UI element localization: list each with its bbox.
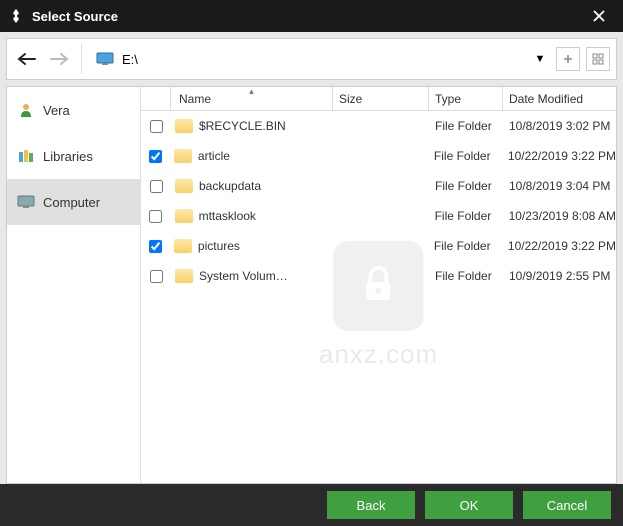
row-checkbox[interactable] xyxy=(149,240,162,253)
sort-asc-icon: ▴ xyxy=(249,87,254,97)
file-date: 10/8/2019 3:04 PM xyxy=(503,179,616,193)
computer-icon xyxy=(17,193,35,211)
folder-icon xyxy=(175,269,193,283)
view-mode-button[interactable] xyxy=(586,47,610,71)
file-date: 10/22/2019 3:22 PM xyxy=(502,149,616,163)
sidebar-item-vera[interactable]: Vera xyxy=(7,87,140,133)
app-icon xyxy=(8,8,24,24)
file-type: File Folder xyxy=(428,239,502,253)
file-row[interactable]: mttasklook File Folder 10/23/2019 8:08 A… xyxy=(141,201,616,231)
column-type[interactable]: Type xyxy=(429,87,503,110)
row-checkbox[interactable] xyxy=(150,270,163,283)
forward-nav-button[interactable] xyxy=(45,45,73,73)
window-title: Select Source xyxy=(32,9,583,24)
file-type: File Folder xyxy=(429,179,503,193)
file-date: 10/8/2019 3:02 PM xyxy=(503,119,616,133)
folder-icon xyxy=(174,239,192,253)
file-date: 10/23/2019 8:08 AM xyxy=(503,209,616,223)
sidebar-item-label: Libraries xyxy=(43,149,93,164)
row-checkbox[interactable] xyxy=(149,210,162,223)
column-size[interactable]: Size xyxy=(333,87,429,110)
column-date[interactable]: Date Modified xyxy=(503,87,616,110)
column-name-label: Name xyxy=(179,92,211,106)
file-date: 10/22/2019 3:22 PM xyxy=(502,239,616,253)
sidebar-item-computer[interactable]: Computer xyxy=(7,179,140,225)
back-nav-button[interactable] xyxy=(13,45,41,73)
sidebar-item-label: Computer xyxy=(43,195,100,210)
toolbar-divider xyxy=(81,44,82,74)
libraries-icon xyxy=(17,147,35,165)
sidebar: Vera Libraries Computer xyxy=(7,87,141,483)
file-row[interactable]: pictures File Folder 10/22/2019 3:22 PM xyxy=(141,231,616,261)
row-checkbox[interactable] xyxy=(149,150,162,163)
path-box[interactable]: E:\ xyxy=(90,44,526,74)
file-name: backupdata xyxy=(199,179,261,193)
body-area: Vera Libraries Computer ▴ Name Size Type… xyxy=(6,86,617,484)
new-folder-button[interactable] xyxy=(556,47,580,71)
file-name: pictures xyxy=(198,239,240,253)
close-button[interactable] xyxy=(583,0,615,32)
file-date: 10/9/2019 2:55 PM xyxy=(503,269,616,283)
file-type: File Folder xyxy=(429,209,503,223)
file-row[interactable]: backupdata File Folder 10/8/2019 3:04 PM xyxy=(141,171,616,201)
folder-icon xyxy=(174,149,192,163)
file-type: File Folder xyxy=(428,149,502,163)
drive-icon xyxy=(96,52,114,66)
file-area: ▴ Name Size Type Date Modified anxz.com … xyxy=(141,87,616,483)
row-checkbox[interactable] xyxy=(150,180,163,193)
user-icon xyxy=(17,101,35,119)
watermark-text: anxz.com xyxy=(319,339,438,370)
file-row[interactable]: $RECYCLE.BIN File Folder 10/8/2019 3:02 … xyxy=(141,111,616,141)
cancel-button[interactable]: Cancel xyxy=(523,491,611,519)
file-row[interactable]: System Volum… File Folder 10/9/2019 2:55… xyxy=(141,261,616,291)
path-text: E:\ xyxy=(122,52,138,67)
folder-icon xyxy=(175,209,193,223)
file-name: mttasklook xyxy=(199,209,256,223)
file-row[interactable]: article File Folder 10/22/2019 3:22 PM xyxy=(141,141,616,171)
ok-button[interactable]: OK xyxy=(425,491,513,519)
folder-icon xyxy=(175,179,193,193)
file-name: System Volum… xyxy=(199,269,288,283)
file-header: ▴ Name Size Type Date Modified xyxy=(141,87,616,111)
back-button[interactable]: Back xyxy=(327,491,415,519)
path-dropdown-button[interactable]: ▼ xyxy=(530,53,550,65)
file-name: article xyxy=(198,149,230,163)
sidebar-item-libraries[interactable]: Libraries xyxy=(7,133,140,179)
file-list: anxz.com $RECYCLE.BIN File Folder 10/8/2… xyxy=(141,111,616,483)
file-type: File Folder xyxy=(429,269,503,283)
sidebar-item-label: Vera xyxy=(43,103,70,118)
titlebar: Select Source xyxy=(0,0,623,32)
row-checkbox[interactable] xyxy=(150,120,163,133)
column-check[interactable] xyxy=(141,87,171,110)
file-type: File Folder xyxy=(429,119,503,133)
toolbar: E:\ ▼ xyxy=(6,38,617,80)
folder-icon xyxy=(175,119,193,133)
file-name: $RECYCLE.BIN xyxy=(199,119,286,133)
column-name[interactable]: ▴ Name xyxy=(171,87,333,110)
